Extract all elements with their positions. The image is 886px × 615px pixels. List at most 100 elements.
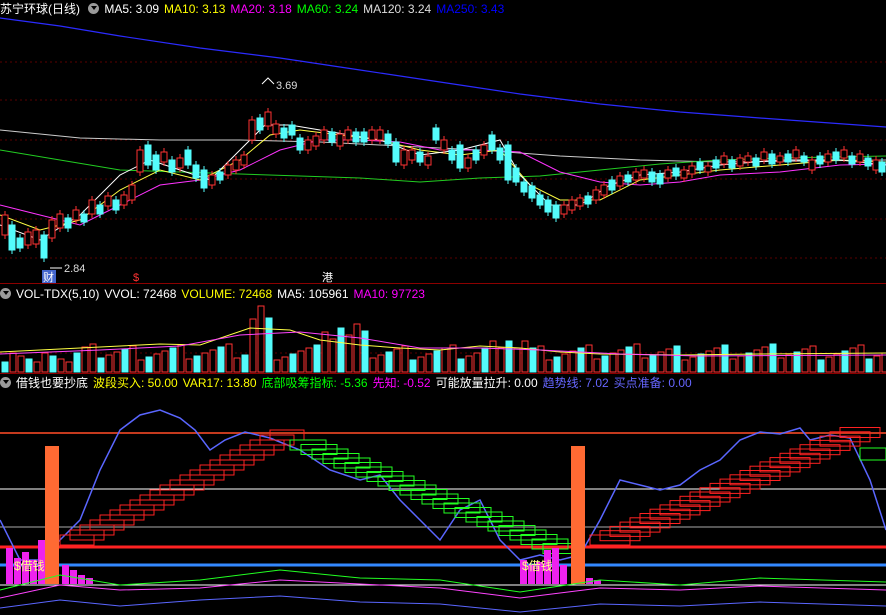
volume-bar: [169, 347, 177, 373]
candle-body: [704, 165, 712, 173]
candle-body: [376, 129, 384, 141]
volume-bar: [201, 352, 209, 373]
candle-body: [656, 173, 664, 185]
candle-body: [200, 169, 208, 189]
volume-bar: [825, 356, 833, 373]
ma250-line: [0, 17, 886, 128]
buy-label: $借钱: [14, 558, 45, 573]
volume-bar: [153, 353, 161, 373]
volume-bar: [513, 347, 521, 373]
volume-bar: [833, 353, 841, 373]
volume-bar: [561, 353, 569, 373]
volume-bar: [25, 358, 33, 373]
candle-body: [512, 167, 520, 183]
volume-bar: [489, 340, 497, 373]
volume-bar: [473, 352, 481, 373]
volume-bar: [121, 348, 129, 373]
stock-chart[interactable]: 3.69 2.84 财 $ 港 $借钱 $借钱: [0, 0, 886, 615]
volume-bar: [817, 359, 825, 373]
volume-bar: [801, 348, 809, 373]
volume-bar: [873, 355, 881, 373]
volume-bar: [753, 349, 761, 373]
candle-body: [16, 237, 24, 249]
low-price-label: 2.84: [64, 263, 85, 275]
volume-bar: [569, 350, 577, 373]
candle-body: [632, 171, 640, 181]
candle-body: [472, 149, 480, 161]
candle-body: [536, 194, 544, 206]
candle-body: [56, 213, 64, 229]
candle-body: [288, 124, 296, 136]
volume-bar: [393, 348, 401, 373]
volume-bar: [529, 347, 537, 373]
candle-body: [312, 135, 320, 147]
candle-body: [64, 217, 72, 229]
candle-body: [824, 153, 832, 163]
volume-bar: [177, 344, 185, 373]
candle-body: [744, 155, 752, 163]
volume-bar: [249, 318, 257, 373]
volume-bar: [777, 357, 785, 373]
candle-body: [688, 165, 696, 175]
volume-bar: [353, 323, 361, 373]
volume-bar: [305, 347, 313, 373]
candle-body: [280, 127, 288, 139]
candle-body: [544, 199, 552, 213]
candle-body: [72, 209, 80, 221]
candle-body: [856, 153, 864, 163]
candle-body: [680, 169, 688, 179]
candle-body: [240, 154, 248, 166]
volume-bar: [17, 355, 25, 373]
volume-bar: [281, 356, 289, 373]
candle-body: [608, 179, 616, 191]
candle-body: [752, 157, 760, 167]
volume-bar: [185, 358, 193, 373]
candle-body: [408, 149, 416, 161]
candle-body: [368, 129, 376, 141]
candle-body: [384, 133, 392, 145]
candle-body: [8, 224, 16, 251]
event-marker: 财: [43, 270, 54, 284]
volume-bar: [105, 354, 113, 373]
volume-bar: [57, 358, 65, 373]
candle-body: [560, 204, 568, 215]
candle-body: [400, 149, 408, 166]
volume-bar: [297, 350, 305, 373]
volume-bar: [585, 344, 593, 373]
candle-body: [48, 219, 56, 239]
volume-bar: [633, 343, 641, 373]
candle-body: [192, 164, 200, 179]
volume-bar: [505, 340, 513, 373]
volume-bar: [137, 359, 145, 373]
candle-body: [224, 164, 232, 176]
volume-bar: [401, 345, 409, 373]
volume-bar: [769, 343, 777, 373]
volume-bar: [145, 356, 153, 373]
candle-body: [568, 199, 576, 211]
volume-bar: [361, 330, 369, 373]
candle-body: [1, 214, 9, 236]
candle-body: [128, 184, 136, 201]
candle-body: [816, 155, 824, 165]
candle-body: [768, 153, 776, 165]
candle-body: [432, 127, 440, 141]
candle-body: [208, 174, 216, 186]
event-marker: $: [133, 272, 139, 284]
candle-body: [440, 139, 448, 151]
volume-bar: [1, 361, 9, 373]
histogram-bar: [78, 575, 85, 584]
candle-body: [144, 144, 152, 166]
candle-body: [152, 154, 160, 171]
volume-bar: [425, 353, 433, 373]
signal-pillar: [571, 446, 585, 584]
volume-bar: [161, 350, 169, 373]
volume-bar: [441, 347, 449, 373]
volume-bar: [713, 347, 721, 373]
candle-body: [248, 119, 256, 141]
candle-body: [672, 167, 680, 177]
volume-bar: [849, 347, 857, 373]
candle-body: [864, 157, 872, 167]
volume-bar: [649, 354, 657, 373]
candle-body: [424, 155, 432, 166]
buy-label: $借钱: [522, 558, 553, 573]
